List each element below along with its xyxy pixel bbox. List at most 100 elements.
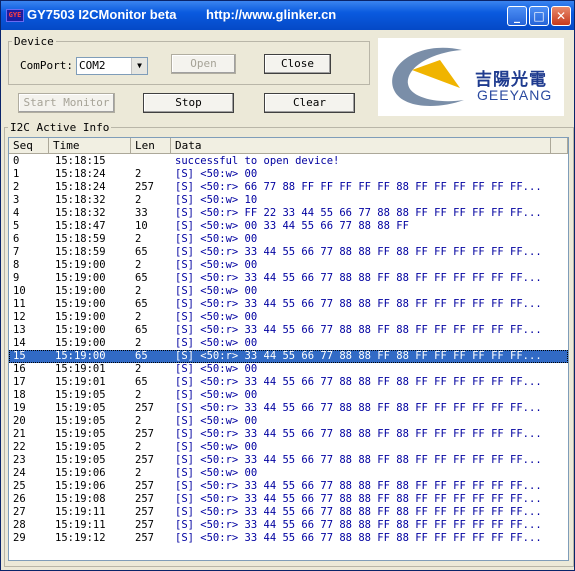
cell-len: 10 <box>135 220 148 232</box>
cell-data: [S] <50:r> 33 44 55 66 77 88 88 FF 88 FF… <box>175 532 542 544</box>
column-header-data[interactable]: Data <box>171 138 551 154</box>
cell-data: [S] <50:r> 33 44 55 66 77 88 88 FF 88 FF… <box>175 350 542 362</box>
cell-data: [S] <50:r> 33 44 55 66 77 88 88 FF 88 FF… <box>175 428 542 440</box>
cell-len: 2 <box>135 285 142 297</box>
table-row[interactable]: 10 15:19:00 2 [S] <50:w> 00 <box>9 285 568 298</box>
cell-seq: 20 <box>13 415 26 427</box>
app-icon[interactable]: GYE <box>6 9 24 22</box>
cell-data: [S] <50:w> 00 <box>175 415 258 427</box>
table-row[interactable]: 29 15:19:12 257 [S] <50:r> 33 44 55 66 77 8… <box>9 532 568 545</box>
list-rows: 0 15:18:15 successful to open device! 1 15:1… <box>9 155 568 545</box>
open-button[interactable]: Open <box>171 54 236 74</box>
chevron-down-icon[interactable]: ▼ <box>131 58 147 74</box>
table-row[interactable]: 12 15:19:00 2 [S] <50:w> 00 <box>9 311 568 324</box>
cell-data: [S] <50:w> 00 <box>175 467 258 479</box>
stop-button[interactable]: Stop <box>143 93 234 113</box>
table-row[interactable]: 3 15:18:32 2 [S] <50:w> 10 <box>9 194 568 207</box>
cell-time: 15:18:59 <box>55 246 106 258</box>
cell-data: [S] <50:w> 10 <box>175 194 258 206</box>
cell-time: 15:18:24 <box>55 168 106 180</box>
table-row[interactable]: 26 15:19:08 257 [S] <50:r> 33 44 55 66 77 8… <box>9 493 568 506</box>
cell-data: successful to open device! <box>175 155 340 167</box>
maximize-button[interactable]: □ <box>529 6 549 26</box>
table-row[interactable]: 24 15:19:06 2 [S] <50:w> 00 <box>9 467 568 480</box>
table-row[interactable]: 7 15:18:59 65 [S] <50:r> 33 44 55 66 77 88 … <box>9 246 568 259</box>
cell-len: 33 <box>135 207 148 219</box>
table-row[interactable]: 22 15:19:05 2 [S] <50:w> 00 <box>9 441 568 454</box>
table-row[interactable]: 9 15:19:00 65 [S] <50:r> 33 44 55 66 77 88 … <box>9 272 568 285</box>
cell-time: 15:19:00 <box>55 272 106 284</box>
table-row[interactable]: 25 15:19:06 257 [S] <50:r> 33 44 55 66 77 8… <box>9 480 568 493</box>
table-row[interactable]: 16 15:19:01 2 [S] <50:w> 00 <box>9 363 568 376</box>
column-header-seq[interactable]: Seq <box>9 138 49 154</box>
table-row[interactable]: 15 15:19:00 65 [S] <50:r> 33 44 55 66 77 88… <box>9 350 568 363</box>
column-header-len[interactable]: Len <box>131 138 171 154</box>
window-url: http://www.glinker.cn <box>206 7 337 22</box>
maximize-icon: □ <box>533 9 545 23</box>
table-row[interactable]: 28 15:19:11 257 [S] <50:r> 33 44 55 66 77 8… <box>9 519 568 532</box>
cell-len: 2 <box>135 441 142 453</box>
cell-len: 2 <box>135 363 142 375</box>
cell-len: 257 <box>135 428 154 440</box>
title-bar[interactable]: GYE GY7503 I2CMonitor beta http://www.gl… <box>1 1 574 30</box>
column-header-time[interactable]: Time <box>49 138 131 154</box>
table-row[interactable]: 5 15:18:47 10 [S] <50:w> 00 33 44 55 66 77 … <box>9 220 568 233</box>
cell-len: 257 <box>135 454 154 466</box>
table-row[interactable]: 4 15:18:32 33 [S] <50:r> FF 22 33 44 55 66 … <box>9 207 568 220</box>
cell-len: 65 <box>135 324 148 336</box>
table-row[interactable]: 18 15:19:05 2 [S] <50:w> 00 <box>9 389 568 402</box>
table-row[interactable]: 20 15:19:05 2 [S] <50:w> 00 <box>9 415 568 428</box>
cell-len: 2 <box>135 311 142 323</box>
cell-data: [S] <50:r> 33 44 55 66 77 88 88 FF 88 FF… <box>175 454 542 466</box>
table-row[interactable]: 17 15:19:01 65 [S] <50:r> 33 44 55 66 77 88… <box>9 376 568 389</box>
start-monitor-button[interactable]: Start Monitor <box>18 93 115 113</box>
table-row[interactable]: 0 15:18:15 successful to open device! <box>9 155 568 168</box>
cell-seq: 2 <box>13 181 20 193</box>
table-row[interactable]: 14 15:19:00 2 [S] <50:w> 00 <box>9 337 568 350</box>
cell-seq: 21 <box>13 428 26 440</box>
table-row[interactable]: 8 15:19:00 2 [S] <50:w> 00 <box>9 259 568 272</box>
cell-time: 15:19:05 <box>55 454 106 466</box>
cell-time: 15:19:05 <box>55 402 106 414</box>
cell-seq: 19 <box>13 402 26 414</box>
cell-data: [S] <50:r> 33 44 55 66 77 88 88 FF 88 FF… <box>175 246 542 258</box>
cell-len: 2 <box>135 233 142 245</box>
cell-seq: 4 <box>13 207 20 219</box>
table-row[interactable]: 11 15:19:00 65 [S] <50:r> 33 44 55 66 77 88… <box>9 298 568 311</box>
cell-time: 15:19:05 <box>55 428 106 440</box>
cell-time: 15:19:12 <box>55 532 106 544</box>
minimize-button[interactable]: _ <box>507 6 527 26</box>
close-icon: ✕ <box>555 9 567 23</box>
cell-seq: 8 <box>13 259 20 271</box>
table-row[interactable]: 1 15:18:24 2 [S] <50:w> 00 <box>9 168 568 181</box>
cell-time: 15:19:11 <box>55 519 106 531</box>
cell-data: [S] <50:r> 33 44 55 66 77 88 88 FF 88 FF… <box>175 376 542 388</box>
cell-time: 15:19:01 <box>55 376 106 388</box>
table-row[interactable]: 13 15:19:00 65 [S] <50:r> 33 44 55 66 77 88… <box>9 324 568 337</box>
cell-len: 65 <box>135 246 148 258</box>
cell-data: [S] <50:w> 00 <box>175 389 258 401</box>
table-row[interactable]: 27 15:19:11 257 [S] <50:r> 33 44 55 66 77 8… <box>9 506 568 519</box>
cell-data: [S] <50:w> 00 <box>175 233 258 245</box>
cell-seq: 24 <box>13 467 26 479</box>
cell-seq: 5 <box>13 220 20 232</box>
cell-data: [S] <50:w> 00 <box>175 285 258 297</box>
cell-time: 15:18:32 <box>55 194 106 206</box>
close-window-button[interactable]: ✕ <box>551 6 571 26</box>
cell-seq: 10 <box>13 285 26 297</box>
cell-time: 15:18:47 <box>55 220 106 232</box>
table-row[interactable]: 6 15:18:59 2 [S] <50:w> 00 <box>9 233 568 246</box>
table-row[interactable]: 2 15:18:24 257 [S] <50:r> 66 77 88 FF FF FF… <box>9 181 568 194</box>
cell-data: [S] <50:r> 33 44 55 66 77 88 88 FF 88 FF… <box>175 298 542 310</box>
table-row[interactable]: 23 15:19:05 257 [S] <50:r> 33 44 55 66 77 8… <box>9 454 568 467</box>
table-row[interactable]: 19 15:19:05 257 [S] <50:r> 33 44 55 66 77 8… <box>9 402 568 415</box>
comport-select[interactable]: COM2 ▼ <box>76 57 148 75</box>
cell-data: [S] <50:r> 33 44 55 66 77 88 88 FF 88 FF… <box>175 402 542 414</box>
clear-button[interactable]: Clear <box>264 93 355 113</box>
cell-data: [S] <50:w> 00 33 44 55 66 77 88 88 FF <box>175 220 409 232</box>
table-row[interactable]: 21 15:19:05 257 [S] <50:r> 33 44 55 66 77 8… <box>9 428 568 441</box>
cell-data: [S] <50:r> FF 22 33 44 55 66 77 88 88 FF… <box>175 207 542 219</box>
cell-data: [S] <50:r> 33 44 55 66 77 88 88 FF 88 FF… <box>175 480 542 492</box>
i2c-log-list[interactable]: Seq Time Len Data 0 15:18:15 successful to… <box>8 137 569 561</box>
close-button[interactable]: Close <box>264 54 331 74</box>
